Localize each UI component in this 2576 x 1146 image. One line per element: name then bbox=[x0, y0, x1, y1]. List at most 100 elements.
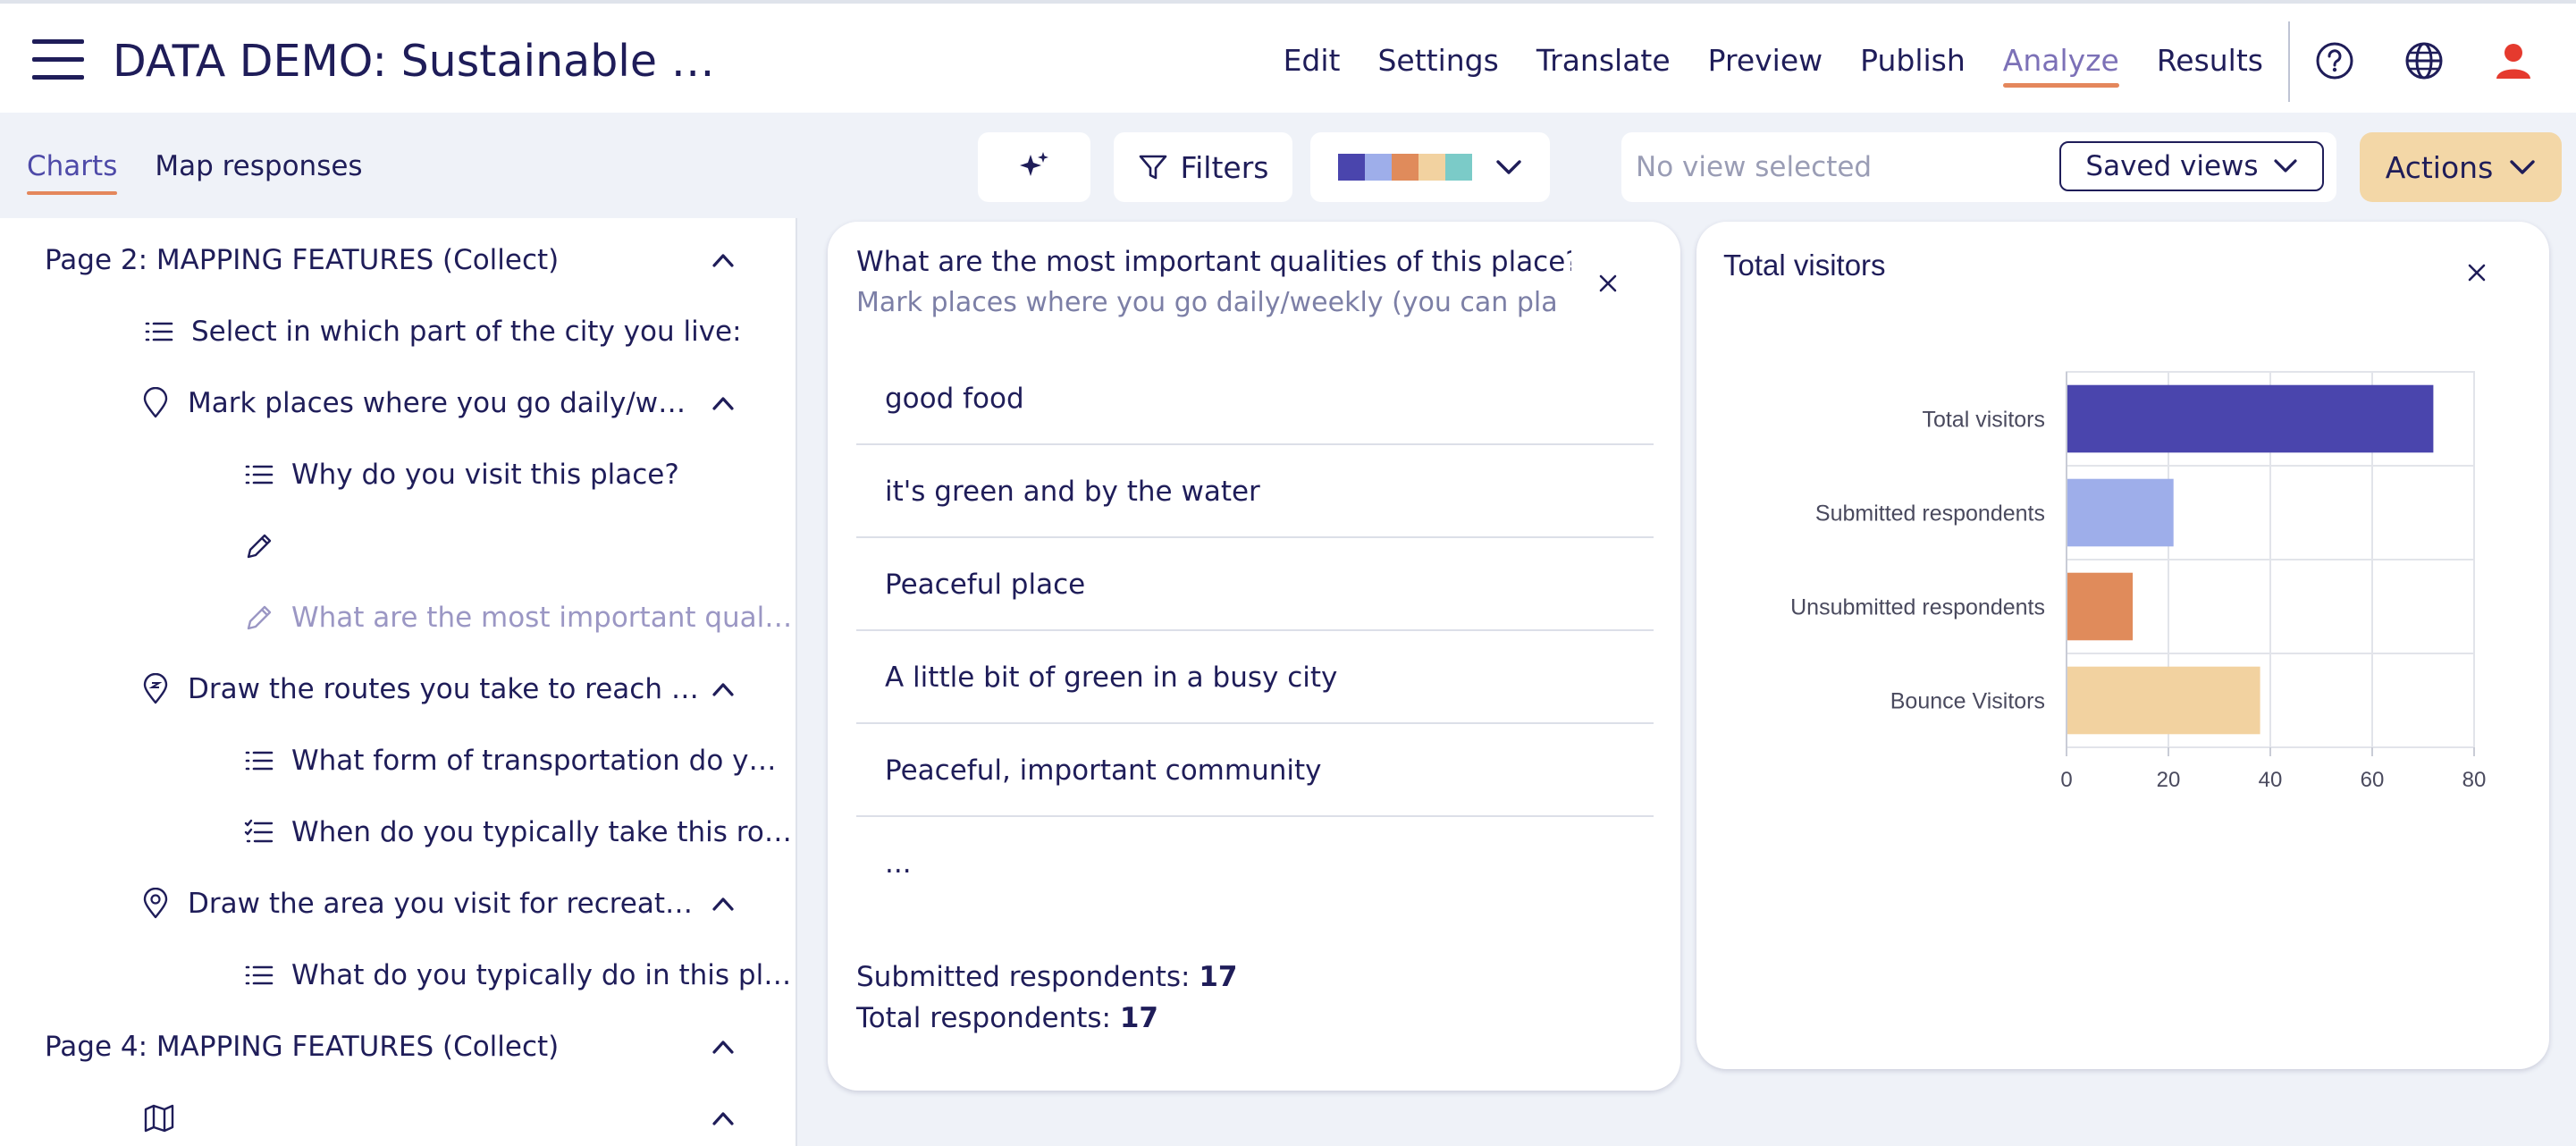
bar bbox=[2067, 572, 2134, 641]
list-icon bbox=[245, 751, 274, 771]
y-category-label: Submitted respondents bbox=[1815, 501, 2045, 527]
tree-item-label: When do you typically take this ro… bbox=[291, 816, 792, 848]
total-respondents-stat: Total respondents: 17 bbox=[856, 998, 1158, 1039]
tab-charts[interactable]: Charts bbox=[27, 147, 118, 195]
color-swatches bbox=[1338, 154, 1472, 181]
project-title: DATA DEMO: Sustainable … bbox=[113, 36, 715, 87]
list-item: Peaceful place bbox=[856, 538, 1654, 631]
tree-item-label: What form of transportation do y… bbox=[291, 745, 777, 777]
tree-page-4[interactable]: Page 4: MAPPING FEATURES (Collect) bbox=[45, 1024, 559, 1069]
chevron-down-icon bbox=[2273, 159, 2297, 173]
chevron-down-icon bbox=[2510, 160, 2535, 174]
ai-insights-button[interactable] bbox=[978, 132, 1090, 202]
list-item: it's green and by the water bbox=[856, 445, 1654, 538]
nav-results[interactable]: Results bbox=[2157, 39, 2263, 82]
user-icon[interactable] bbox=[2494, 41, 2533, 80]
tree-item-label: Page 2: MAPPING FEATURES (Collect) bbox=[45, 244, 560, 276]
tree-item-route-time[interactable]: When do you typically take this ro… bbox=[243, 810, 792, 855]
tree-item-label: Draw the routes you take to reach … bbox=[188, 673, 699, 705]
tree-item-label: Select in which part of the city you liv… bbox=[191, 316, 742, 348]
bar bbox=[2067, 478, 2174, 547]
tree-item-transportation[interactable]: What form of transportation do y… bbox=[243, 738, 777, 783]
close-icon[interactable] bbox=[1595, 270, 1621, 297]
tree-item-label: What do you typically do in this pl… bbox=[291, 959, 792, 991]
answer-list: good food it's green and by the water Pe… bbox=[856, 352, 1654, 910]
nav-preview[interactable]: Preview bbox=[1708, 39, 1823, 82]
tree-item-routes[interactable]: Draw the routes you take to reach … bbox=[139, 667, 699, 712]
stat-label: Total respondents: bbox=[856, 1002, 1111, 1034]
nav-edit[interactable]: Edit bbox=[1284, 39, 1341, 82]
actions-label: Actions bbox=[2385, 149, 2494, 185]
total-visitors-card: Total visitors 0 20 40 60 80 Total visitors Su… bbox=[1696, 222, 2549, 1069]
tree-item-city-part[interactable]: Select in which part of the city you liv… bbox=[143, 309, 742, 354]
stat-value: 17 bbox=[1199, 961, 1238, 993]
pencil-icon bbox=[247, 605, 272, 630]
x-tick-label: 40 bbox=[2259, 768, 2283, 792]
list-icon bbox=[245, 465, 274, 485]
y-category-label: Bounce Visitors bbox=[1890, 689, 2045, 714]
color-swatch bbox=[1418, 154, 1445, 181]
actions-button[interactable]: Actions bbox=[2360, 132, 2562, 202]
list-item: Peaceful, important community bbox=[856, 724, 1654, 817]
submitted-respondents-stat: Submitted respondents: 17 bbox=[856, 956, 1237, 998]
top-navigation: Edit Settings Translate Preview Publish … bbox=[1284, 39, 2263, 88]
view-selector: Saved views bbox=[1621, 132, 2336, 202]
chevron-up-icon[interactable] bbox=[710, 676, 737, 703]
view-name-input[interactable] bbox=[1636, 145, 2047, 190]
chevron-up-icon[interactable] bbox=[710, 390, 737, 417]
tree-item-typical-activity[interactable]: What do you typically do in this pl… bbox=[243, 953, 791, 998]
tab-map-responses[interactable]: Map responses bbox=[155, 147, 362, 186]
list-icon bbox=[145, 322, 173, 341]
nav-translate[interactable]: Translate bbox=[1536, 39, 1671, 82]
color-swatch bbox=[1392, 154, 1418, 181]
chevron-up-icon[interactable] bbox=[710, 1033, 737, 1060]
nav-settings[interactable]: Settings bbox=[1377, 39, 1498, 82]
tree-item-qualities-selected[interactable]: What are the most important qual… bbox=[243, 595, 792, 640]
pencil-icon bbox=[247, 534, 272, 559]
chevron-up-icon[interactable] bbox=[710, 247, 737, 274]
route-pin-icon bbox=[143, 673, 168, 704]
filter-icon bbox=[1139, 155, 1166, 180]
tree-page-2[interactable]: Page 2: MAPPING FEATURES (Collect) bbox=[45, 238, 559, 282]
y-category-label: Total visitors bbox=[1922, 408, 2045, 433]
filters-button[interactable]: Filters bbox=[1114, 132, 1292, 202]
x-tick-label: 20 bbox=[2157, 768, 2181, 792]
tree-item-why-visit[interactable]: Why do you visit this place? bbox=[243, 452, 679, 497]
nav-analyze[interactable]: Analyze bbox=[2002, 39, 2119, 88]
saved-views-label: Saved views bbox=[2085, 150, 2259, 182]
help-icon[interactable] bbox=[2315, 41, 2354, 80]
tree-item-label: What are the most important qual… bbox=[291, 602, 793, 634]
more-answers-link[interactable]: ... bbox=[856, 817, 1654, 910]
list-icon bbox=[245, 965, 274, 985]
tree-item-recreation-area[interactable]: Draw the area you visit for recreat… bbox=[139, 881, 693, 926]
tree-item-daily-places[interactable]: Mark places where you go daily/w… bbox=[139, 381, 686, 426]
x-tick-label: 80 bbox=[2462, 768, 2487, 792]
globe-icon[interactable] bbox=[2404, 41, 2444, 80]
map-icon bbox=[144, 1104, 174, 1133]
filters-label: Filters bbox=[1180, 149, 1269, 185]
map-pin-icon bbox=[143, 387, 168, 418]
checklist-icon bbox=[244, 819, 274, 843]
saved-views-button[interactable]: Saved views bbox=[2059, 141, 2324, 191]
nav-divider bbox=[2288, 21, 2290, 102]
tree-item-label: Mark places where you go daily/w… bbox=[188, 387, 686, 419]
color-palette-dropdown[interactable] bbox=[1310, 132, 1550, 202]
chevron-up-icon[interactable] bbox=[710, 890, 737, 917]
y-category-label: Unsubmitted respondents bbox=[1790, 595, 2045, 620]
bar bbox=[2067, 384, 2434, 453]
tree-item-label: Draw the area you visit for recreat… bbox=[188, 888, 694, 920]
view-tabs: Charts Map responses bbox=[27, 147, 363, 195]
question-title: What are the most important qualities of… bbox=[856, 246, 1571, 278]
tree-item-text-question[interactable] bbox=[243, 524, 291, 569]
list-item: good food bbox=[856, 352, 1654, 445]
chevron-up-icon[interactable] bbox=[710, 1105, 737, 1132]
question-tree-sidebar: Page 2: MAPPING FEATURES (Collect) Selec… bbox=[0, 218, 797, 1146]
hamburger-menu-icon[interactable] bbox=[32, 39, 84, 80]
stat-value: 17 bbox=[1119, 1002, 1158, 1034]
tree-item-map[interactable] bbox=[143, 1096, 191, 1141]
tree-item-label: Page 4: MAPPING FEATURES (Collect) bbox=[45, 1031, 560, 1063]
bar bbox=[2067, 666, 2260, 735]
sparkle-icon bbox=[1020, 152, 1048, 176]
nav-publish[interactable]: Publish bbox=[1860, 39, 1966, 82]
top-bar: DATA DEMO: Sustainable … Edit Settings T… bbox=[0, 0, 2576, 113]
